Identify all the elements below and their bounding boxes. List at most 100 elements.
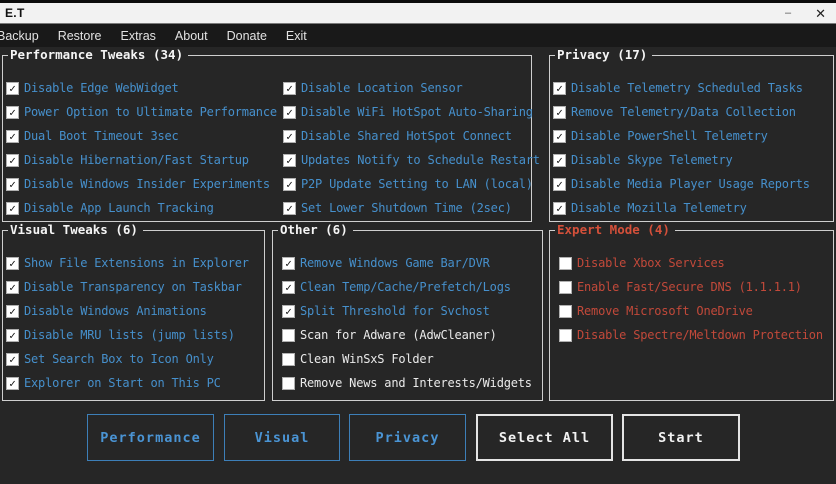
checkbox-checked[interactable]: ✓ [282,281,295,294]
group-title: Privacy (17) [555,47,652,62]
checkbox-label: Clean Temp/Cache/Prefetch/Logs [300,280,511,294]
checkbox-label: Remove Microsoft OneDrive [577,304,753,318]
checkbox-unchecked[interactable] [559,305,572,318]
checkbox-unchecked[interactable] [282,377,295,390]
checkbox-label: Scan for Adware (AdwCleaner) [300,328,497,342]
checkbox-item[interactable]: ✓Disable Windows Insider Experiments [3,172,280,196]
checkbox-item[interactable]: ✓P2P Update Setting to LAN (local) [280,172,531,196]
checkbox-checked[interactable]: ✓ [6,106,19,119]
checkbox-checked[interactable]: ✓ [553,154,566,167]
checkbox-item[interactable]: ✓Disable PowerShell Telemetry [550,124,833,148]
checkbox-checked[interactable]: ✓ [553,106,566,119]
checkbox-label: Set Lower Shutdown Time (2sec) [301,201,512,215]
checkbox-checked[interactable]: ✓ [6,281,19,294]
menu-item-backup[interactable]: Backup [0,29,39,43]
checkbox-checked[interactable]: ✓ [283,106,296,119]
performance-button[interactable]: Performance [87,414,214,461]
checkbox-unchecked[interactable] [282,353,295,366]
start-button[interactable]: Start [622,414,740,461]
checkbox-checked[interactable]: ✓ [283,202,296,215]
group-title: Other (6) [278,222,353,237]
checkbox-checked[interactable]: ✓ [282,305,295,318]
checkbox-item[interactable]: ✓Remove Windows Game Bar/DVR [273,251,542,275]
checkbox-checked[interactable]: ✓ [283,154,296,167]
checkbox-item[interactable]: ✓ Disable Shared HotSpot Connect [280,124,531,148]
checkbox-checked[interactable]: ✓ [6,178,19,191]
checkbox-checked[interactable]: ✓ [553,130,566,143]
checkbox-item[interactable]: Disable Xbox Services [550,251,833,275]
menu-item-extras[interactable]: Extras [120,29,155,43]
checkbox-item[interactable]: ✓Disable MRU lists (jump lists) [3,323,264,347]
menu-item-donate[interactable]: Donate [227,29,267,43]
privacy-button[interactable]: Privacy [349,414,466,461]
checkbox-item[interactable]: ✓Disable Hibernation/Fast Startup [3,148,280,172]
checkbox-checked[interactable]: ✓ [6,353,19,366]
checkbox-item[interactable]: ✓Disable Skype Telemetry [550,148,833,172]
checkbox-item[interactable]: ✓Disable Edge WebWidget [3,76,280,100]
visual-button[interactable]: Visual [224,414,340,461]
group-visual-tweaks: Visual Tweaks (6) ✓Show File Extensions … [2,230,265,401]
select-all-button[interactable]: Select All [476,414,613,461]
checkbox-checked[interactable]: ✓ [553,178,566,191]
checkbox-item[interactable]: Remove News and Interests/Widgets [273,371,542,395]
minimize-icon[interactable]: – [785,8,791,18]
checkbox-checked[interactable]: ✓ [283,130,296,143]
checkbox-label: Split Threshold for Svchost [300,304,490,318]
checkbox-checked[interactable]: ✓ [282,257,295,270]
checkbox-checked[interactable]: ✓ [283,82,296,95]
checkbox-item[interactable]: ✓ Show File Extensions in Explorer [3,251,264,275]
menu-bar: Backup Restore Extras About Donate Exit [0,24,836,47]
checkbox-checked[interactable]: ✓ [553,82,566,95]
checkbox-checked[interactable]: ✓ [6,257,19,270]
checkbox-label: Updates Notify to Schedule Restart [301,153,540,167]
checkbox-label: Enable Fast/Secure DNS (1.1.1.1) [577,280,802,294]
checkbox-item[interactable]: ✓Disable WiFi HotSpot Auto-Sharing [280,100,531,124]
menu-item-restore[interactable]: Restore [58,29,102,43]
checkbox-item[interactable]: ✓ Set Lower Shutdown Time (2sec) [280,196,531,220]
checkbox-item[interactable]: Scan for Adware (AdwCleaner) [273,323,542,347]
checkbox-checked[interactable]: ✓ [6,82,19,95]
checkbox-item[interactable]: Enable Fast/Secure DNS (1.1.1.1) [550,275,833,299]
checkbox-item[interactable]: ✓Disable Media Player Usage Reports [550,172,833,196]
checkbox-checked[interactable]: ✓ [6,202,19,215]
checkbox-unchecked[interactable] [282,329,295,342]
checkbox-checked[interactable]: ✓ [6,329,19,342]
checkbox-item[interactable]: ✓ Disable Windows Animations [3,299,264,323]
checkbox-item[interactable]: ✓Remove Telemetry/Data Collection [550,100,833,124]
checkbox-label: Disable Shared HotSpot Connect [301,129,512,143]
checkbox-unchecked[interactable] [559,281,572,294]
checkbox-checked[interactable]: ✓ [283,178,296,191]
checkbox-item[interactable]: ✓Dual Boot Timeout 3sec [3,124,280,148]
group-title: Performance Tweaks (34) [8,47,188,62]
checkbox-label: Disable App Launch Tracking [24,201,214,215]
checkbox-item[interactable]: ✓Disable Location Sensor [280,76,531,100]
checkbox-checked[interactable]: ✓ [6,305,19,318]
group-column: ✓Show File Extensions in Explorer✓Disabl… [3,251,264,400]
checkbox-item[interactable]: ✓Power Option to Ultimate Performance [3,100,280,124]
menu-item-exit[interactable]: Exit [286,29,307,43]
checkbox-item[interactable]: ✓ Disable App Launch Tracking [3,196,280,220]
checkbox-item[interactable]: ✓Disable Mozilla Telemetry [550,196,833,220]
checkbox-item[interactable]: ✓ Split Threshold for Svchost [273,299,542,323]
group-column: ✓Disable Edge WebWidget✓Power Option to … [3,76,280,221]
checkbox-item[interactable]: ✓Set Search Box to Icon Only [3,347,264,371]
checkbox-checked[interactable]: ✓ [6,130,19,143]
checkbox-checked[interactable]: ✓ [6,154,19,167]
checkbox-item[interactable]: ✓Disable Telemetry Scheduled Tasks [550,76,833,100]
group-title: Expert Mode (4) [555,222,675,237]
checkbox-checked[interactable]: ✓ [6,377,19,390]
checkbox-checked[interactable]: ✓ [553,202,566,215]
menu-item-about[interactable]: About [175,29,208,43]
checkbox-unchecked[interactable] [559,257,572,270]
checkbox-item[interactable]: Disable Spectre/Meltdown Protection [550,323,833,347]
checkbox-item[interactable]: ✓ Clean Temp/Cache/Prefetch/Logs [273,275,542,299]
checkbox-item[interactable]: ✓Disable Transparency on Taskbar [3,275,264,299]
checkbox-item[interactable]: Clean WinSxS Folder [273,347,542,371]
close-icon[interactable]: ✕ [815,7,826,20]
checkbox-item[interactable]: ✓Updates Notify to Schedule Restart [280,148,531,172]
checkbox-label: Show File Extensions in Explorer [24,256,249,270]
checkbox-item[interactable]: Remove Microsoft OneDrive [550,299,833,323]
checkbox-item[interactable]: ✓Explorer on Start on This PC [3,371,264,395]
checkbox-label: Disable Windows Animations [24,304,207,318]
checkbox-unchecked[interactable] [559,329,572,342]
